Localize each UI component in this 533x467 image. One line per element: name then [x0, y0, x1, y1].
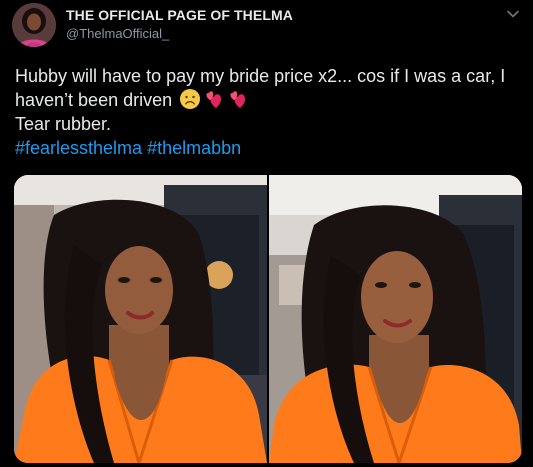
- author-handle[interactable]: @ThelmaOfficial_: [66, 26, 169, 41]
- author-display-name[interactable]: THE OFFICIAL PAGE OF THELMA: [66, 7, 293, 23]
- tweet-text-line-2: Tear rubber.: [15, 114, 112, 134]
- frowning-face-emoji-icon: [179, 88, 201, 110]
- tweet-media: [14, 175, 522, 463]
- heart-emoji-icon: [203, 88, 225, 110]
- hashtag-link[interactable]: #fearlessthelma: [15, 138, 142, 158]
- hashtag-link[interactable]: #thelmabbn: [147, 138, 241, 158]
- tweet-text: Hubby will have to pay my bride price x2…: [15, 64, 520, 160]
- tweet-text-line-1: Hubby will have to pay my bride price x2…: [15, 66, 506, 110]
- heart-emoji-icon: [227, 88, 249, 110]
- tweet-photo-2[interactable]: [269, 175, 522, 463]
- chevron-down-icon[interactable]: [503, 4, 523, 24]
- tweet-card[interactable]: THE OFFICIAL PAGE OF THELMA @ThelmaOffic…: [0, 0, 533, 467]
- avatar[interactable]: [12, 3, 56, 47]
- tweet-photo-1[interactable]: [14, 175, 267, 463]
